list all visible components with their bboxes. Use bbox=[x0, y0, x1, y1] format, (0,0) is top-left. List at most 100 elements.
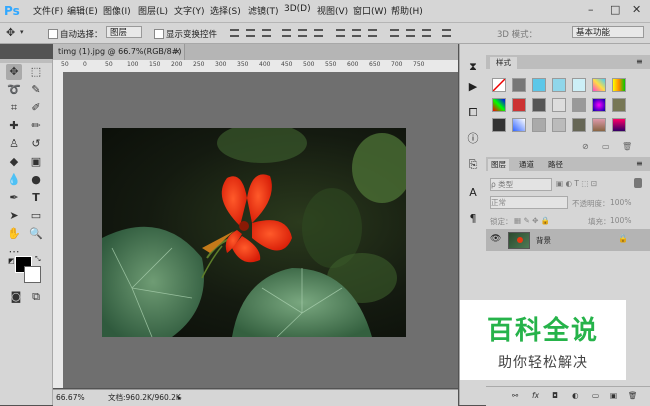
menu-layer[interactable]: 图层(L) bbox=[138, 4, 168, 17]
show-transform-checkbox[interactable] bbox=[154, 29, 164, 39]
auto-select-dropdown[interactable]: 图层 bbox=[106, 26, 142, 38]
zoom-level[interactable]: 66.67% bbox=[56, 391, 85, 405]
style-swatch[interactable] bbox=[612, 78, 626, 92]
status-menu-icon[interactable]: ▸ bbox=[178, 391, 182, 405]
style-swatch[interactable] bbox=[572, 118, 586, 132]
align-hcenter-icon[interactable] bbox=[298, 29, 307, 37]
menu-view[interactable]: 视图(V) bbox=[317, 4, 348, 17]
style-swatch[interactable] bbox=[492, 98, 506, 112]
style-swatch-none[interactable] bbox=[492, 78, 506, 92]
menu-image[interactable]: 图像(I) bbox=[103, 4, 131, 17]
add-mask-icon[interactable]: ◘ bbox=[552, 391, 558, 400]
info-icon[interactable]: ⓘ bbox=[466, 132, 480, 146]
lasso-tool-icon[interactable]: ➰ bbox=[6, 82, 22, 98]
history-brush-tool-icon[interactable]: ↺ bbox=[28, 136, 44, 152]
document-tab[interactable]: timg (1).jpg @ 66.7%(RGB/8#) bbox=[53, 44, 185, 60]
blur-tool-icon[interactable]: 💧 bbox=[6, 172, 22, 188]
quick-mask-icon[interactable]: ◙ bbox=[8, 289, 24, 305]
style-swatch[interactable] bbox=[512, 98, 526, 112]
style-swatch[interactable] bbox=[612, 118, 626, 132]
path-select-tool-icon[interactable]: ➤ bbox=[6, 208, 22, 224]
screen-mode-icon[interactable]: ⧉ bbox=[28, 289, 44, 305]
tab-channels[interactable]: 通道 bbox=[519, 159, 534, 170]
brush-tool-icon[interactable]: ✏ bbox=[28, 118, 44, 134]
character-icon[interactable]: A bbox=[466, 186, 480, 200]
style-swatch[interactable] bbox=[592, 98, 606, 112]
healing-brush-tool-icon[interactable]: ✚ bbox=[6, 118, 22, 134]
style-swatch[interactable] bbox=[552, 98, 566, 112]
actions-icon[interactable]: ▶ bbox=[466, 80, 480, 94]
minimize-button[interactable]: – bbox=[588, 3, 594, 16]
dodge-tool-icon[interactable]: ● bbox=[28, 172, 44, 188]
eyedropper-tool-icon[interactable]: ✐ bbox=[28, 100, 44, 116]
auto-align-icon[interactable] bbox=[442, 29, 451, 37]
filter-toggle[interactable] bbox=[634, 178, 642, 188]
menu-window[interactable]: 窗口(W) bbox=[353, 4, 387, 17]
adjustment-layer-icon[interactable]: ◐ bbox=[572, 391, 579, 400]
tool-preset-chevron-icon[interactable]: ▾ bbox=[20, 28, 24, 36]
crop-tool-icon[interactable]: ⌗ bbox=[6, 100, 22, 116]
delete-layer-icon[interactable]: 🗑 bbox=[628, 391, 638, 400]
hand-tool-icon[interactable]: ✋ bbox=[6, 226, 22, 242]
shape-tool-icon[interactable]: ▭ bbox=[28, 208, 44, 224]
distribute-bottom-icon[interactable] bbox=[368, 29, 377, 37]
background-color-swatch[interactable] bbox=[24, 266, 41, 283]
menu-filter[interactable]: 滤镜(T) bbox=[248, 4, 279, 17]
close-document-icon[interactable]: × bbox=[174, 47, 181, 56]
delete-style-icon[interactable]: 🗑 bbox=[622, 142, 632, 151]
layer-name[interactable]: 背景 bbox=[536, 235, 551, 246]
style-swatch[interactable] bbox=[512, 118, 526, 132]
eraser-tool-icon[interactable]: ◆ bbox=[6, 154, 22, 170]
align-left-icon[interactable] bbox=[282, 29, 291, 37]
tab-layers[interactable]: 图层 bbox=[488, 159, 509, 171]
default-colors-icon[interactable]: ◩ bbox=[8, 257, 15, 265]
layer-filter-kind[interactable]: ρ 类型 bbox=[490, 178, 552, 191]
history-icon[interactable]: ⧗ bbox=[466, 60, 480, 74]
clone-stamp-tool-icon[interactable]: ♙ bbox=[6, 136, 22, 152]
move-tool-icon[interactable]: ✥ bbox=[6, 64, 22, 80]
style-swatch[interactable] bbox=[612, 98, 626, 112]
blend-mode-dropdown[interactable]: 正常 bbox=[490, 196, 568, 209]
link-layers-icon[interactable]: ⚯ bbox=[512, 391, 518, 400]
style-swatch[interactable] bbox=[532, 78, 546, 92]
align-right-icon[interactable] bbox=[314, 29, 323, 37]
style-swatch[interactable] bbox=[572, 78, 586, 92]
zoom-tool-icon[interactable]: 🔍 bbox=[28, 226, 44, 242]
swap-colors-icon[interactable]: ⤡ bbox=[35, 255, 41, 264]
tab-styles[interactable]: 样式 bbox=[490, 57, 517, 69]
align-bottom-icon[interactable] bbox=[262, 29, 271, 37]
opacity-value[interactable]: 100% bbox=[610, 198, 631, 207]
distribute-left-icon[interactable] bbox=[390, 29, 399, 37]
gradient-tool-icon[interactable]: ▣ bbox=[28, 154, 44, 170]
close-button[interactable]: ✕ bbox=[632, 3, 641, 16]
distribute-hcenter-icon[interactable] bbox=[406, 29, 415, 37]
layer-filter-icons[interactable]: ▣ ◐ T ⬚ ⊡ bbox=[556, 179, 597, 188]
distribute-right-icon[interactable] bbox=[422, 29, 431, 37]
style-swatch[interactable] bbox=[552, 118, 566, 132]
menu-help[interactable]: 帮助(H) bbox=[391, 4, 423, 17]
panel-menu-icon[interactable]: ≡ bbox=[636, 57, 643, 66]
new-style-icon[interactable]: ▭ bbox=[602, 142, 610, 151]
align-vcenter-icon[interactable] bbox=[246, 29, 255, 37]
quick-select-tool-icon[interactable]: ✎ bbox=[28, 82, 44, 98]
align-top-icon[interactable] bbox=[230, 29, 239, 37]
marquee-tool-icon[interactable]: ⬚ bbox=[28, 64, 44, 80]
style-swatch[interactable] bbox=[572, 98, 586, 112]
style-swatch[interactable] bbox=[552, 78, 566, 92]
type-tool-icon[interactable]: T bbox=[28, 190, 44, 206]
auto-select-checkbox[interactable] bbox=[48, 29, 58, 39]
menu-select[interactable]: 选择(S) bbox=[210, 4, 241, 17]
distribute-top-icon[interactable] bbox=[336, 29, 345, 37]
lock-icons[interactable]: ▦ ✎ ✥ 🔒 bbox=[514, 216, 550, 225]
style-swatch[interactable] bbox=[592, 118, 606, 132]
pen-tool-icon[interactable]: ✒ bbox=[6, 190, 22, 206]
new-group-icon[interactable]: ▭ bbox=[592, 391, 599, 400]
maximize-button[interactable]: □ bbox=[610, 3, 620, 16]
toolbar-grip[interactable] bbox=[0, 59, 52, 63]
layer-row-background[interactable]: 👁 背景 🔒 bbox=[486, 229, 650, 251]
panel-menu-icon[interactable]: ≡ bbox=[636, 159, 643, 168]
workspace-dropdown[interactable]: 基本功能 bbox=[572, 26, 644, 38]
paragraph-icon[interactable]: ¶ bbox=[466, 212, 480, 226]
fx-icon[interactable]: fx bbox=[532, 391, 539, 400]
style-swatch[interactable] bbox=[512, 78, 526, 92]
